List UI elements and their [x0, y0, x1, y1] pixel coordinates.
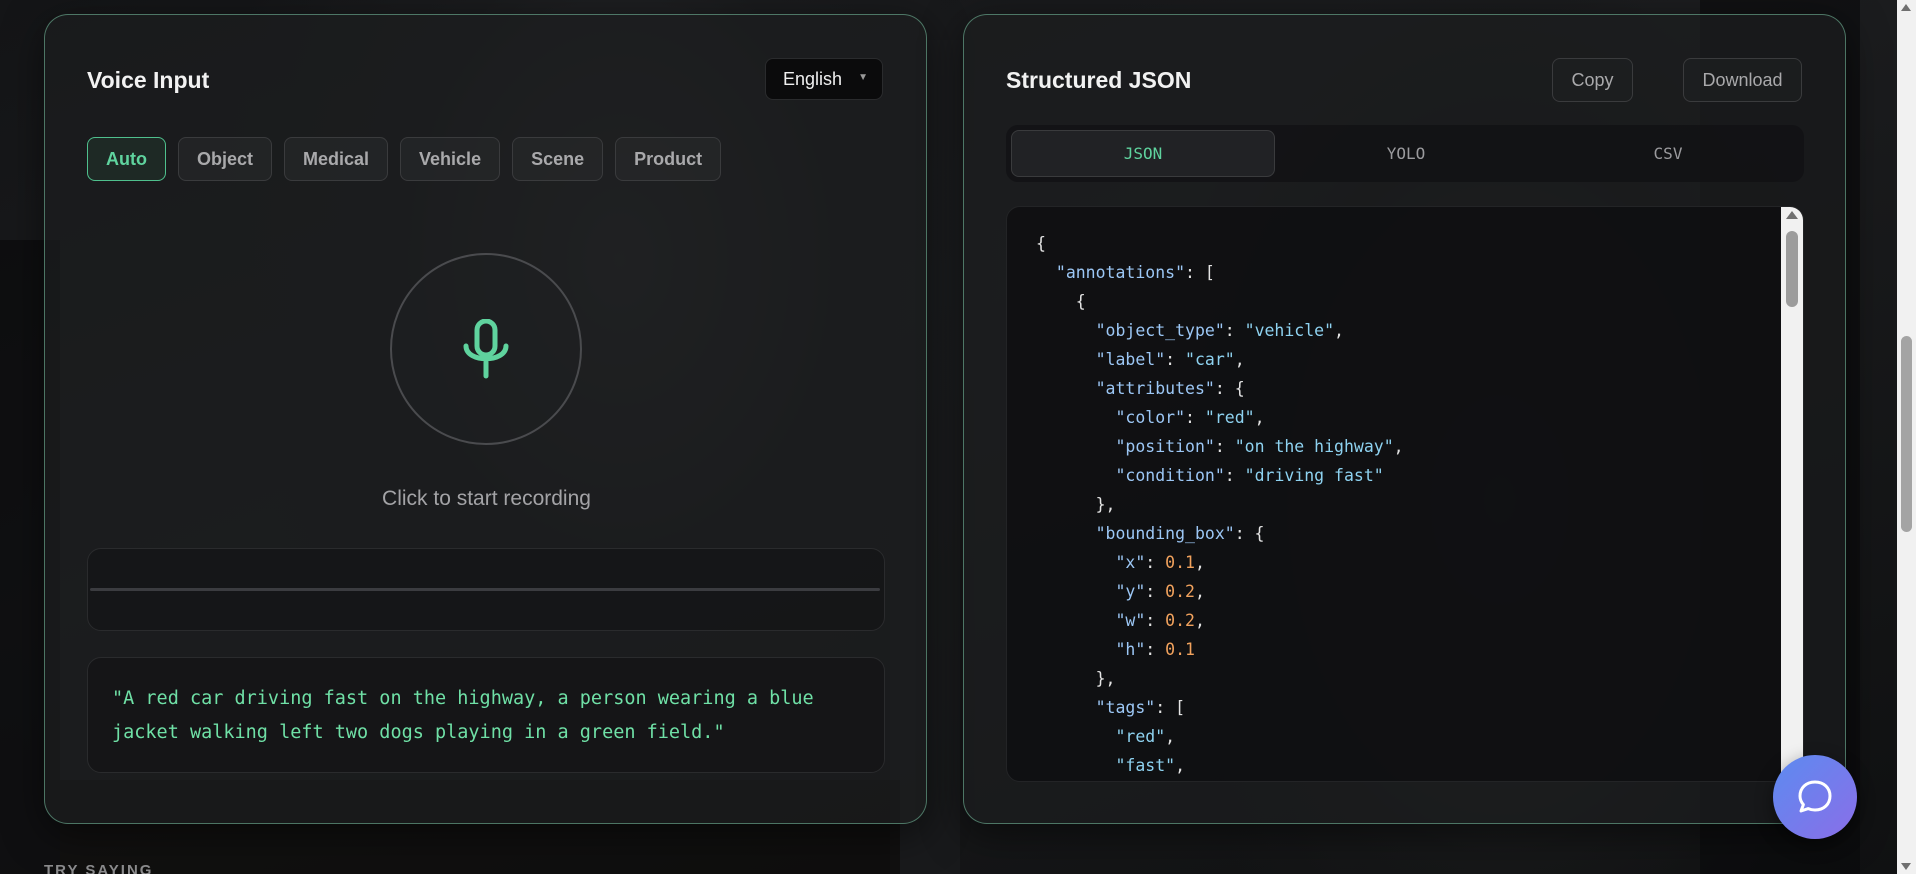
chevron-down-icon: ▼ — [858, 72, 868, 83]
record-button[interactable] — [390, 253, 582, 445]
waveform-line — [90, 588, 880, 591]
mode-chip-auto[interactable]: Auto — [87, 137, 166, 181]
mode-chip-scene[interactable]: Scene — [512, 137, 604, 181]
code-scrollbar[interactable] — [1781, 207, 1803, 781]
language-value: English — [783, 68, 843, 89]
download-button[interactable]: Download — [1683, 58, 1802, 102]
waveform-display — [87, 548, 885, 631]
chat-button[interactable] — [1773, 755, 1857, 839]
format-tabs: JSON YOLO CSV — [1006, 125, 1804, 182]
mode-chip-product[interactable]: Product — [615, 137, 722, 181]
tab-csv[interactable]: CSV — [1537, 130, 1799, 177]
scroll-up-icon[interactable] — [1901, 4, 1911, 11]
tab-json[interactable]: JSON — [1011, 130, 1275, 177]
mode-chip-vehicle[interactable]: Vehicle — [400, 137, 501, 181]
try-saying-heading: TRY SAYING — [44, 862, 154, 874]
code-scroll-thumb[interactable] — [1786, 231, 1798, 307]
page-scroll-thumb[interactable] — [1901, 336, 1912, 532]
transcript-text: "A red car driving fast on the highway, … — [87, 657, 885, 773]
page-scrollbar[interactable] — [1897, 0, 1916, 874]
voice-input-title: Voice Input — [87, 67, 210, 93]
record-hint: Click to start recording — [382, 487, 591, 510]
json-output-title: Structured JSON — [1006, 67, 1192, 93]
language-select[interactable]: English ▼ — [765, 58, 883, 100]
microphone-icon — [463, 319, 509, 379]
voice-input-panel: Voice Input English ▼ Auto Object Medica… — [44, 14, 927, 824]
mode-chips: Auto Object Medical Vehicle Scene Produc… — [87, 137, 722, 181]
json-code-view[interactable]: { "annotations": [ { "object_type": "veh… — [1006, 206, 1804, 782]
copy-button[interactable]: Copy — [1552, 58, 1633, 102]
chat-bubble-icon — [1798, 780, 1832, 813]
tab-yolo[interactable]: YOLO — [1275, 130, 1537, 177]
mode-chip-medical[interactable]: Medical — [284, 137, 389, 181]
mode-chip-object[interactable]: Object — [177, 137, 272, 181]
json-code: { "annotations": [ { "object_type": "veh… — [1036, 234, 1404, 775]
scroll-down-icon[interactable] — [1901, 863, 1911, 870]
scroll-up-icon[interactable] — [1786, 211, 1798, 219]
json-output-panel: Structured JSON Copy Download JSON YOLO … — [963, 14, 1846, 824]
